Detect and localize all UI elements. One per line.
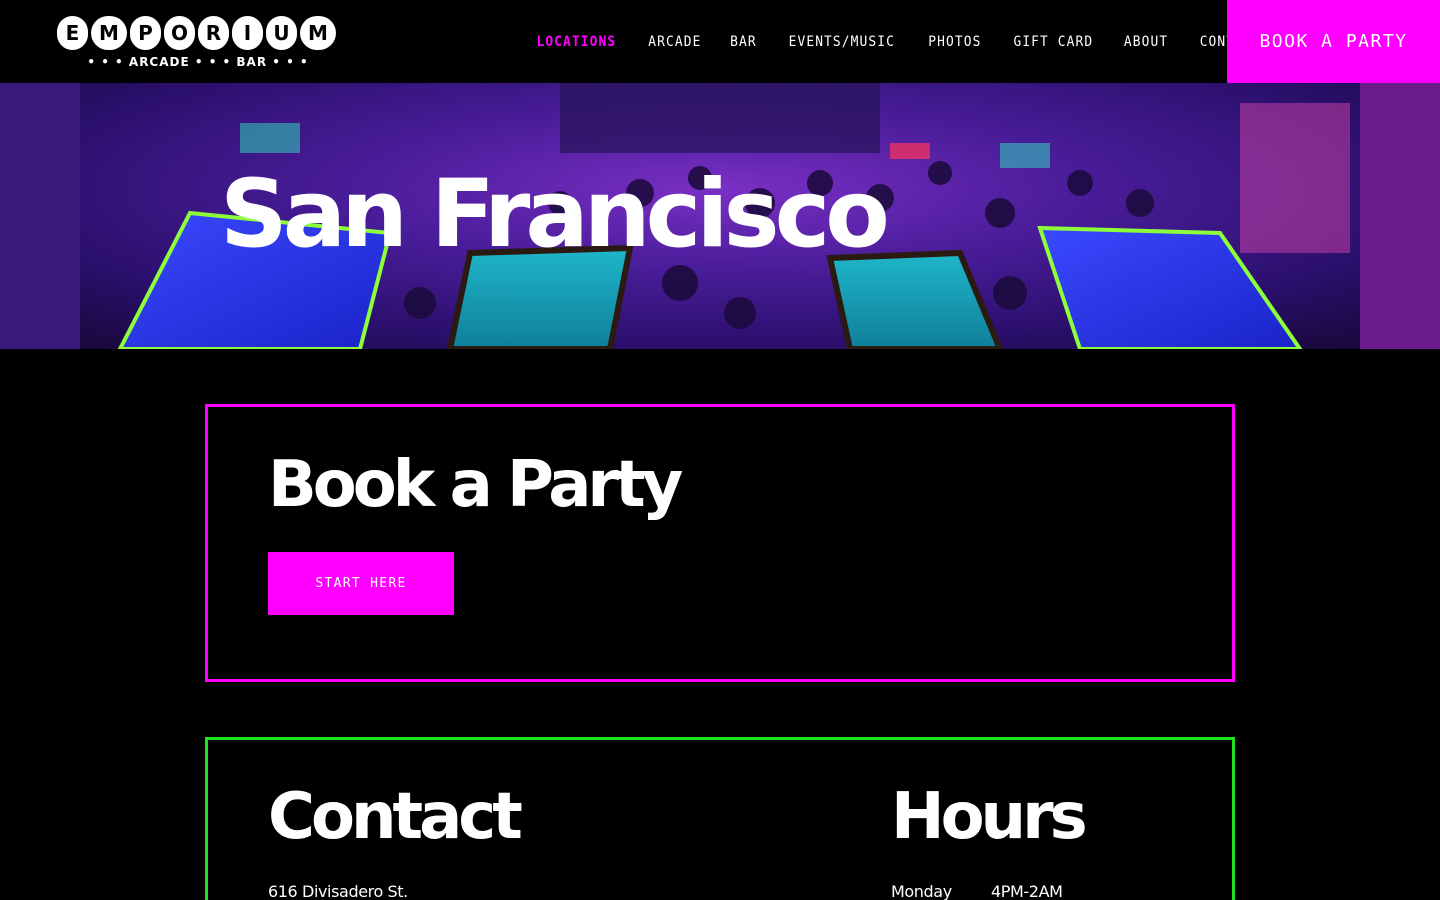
logo-letter: P xyxy=(130,16,161,50)
contact-heading: Contact xyxy=(268,780,523,854)
nav-arcade[interactable]: ARCADE xyxy=(648,34,701,50)
logo-letter: E xyxy=(57,16,88,50)
contact-address: 616 Divisadero St. xyxy=(268,882,408,900)
logo-letter: R xyxy=(198,16,229,50)
nav-locations[interactable]: LOCATIONS xyxy=(536,34,616,50)
logo-letter: M xyxy=(300,16,336,50)
book-a-party-button[interactable]: BOOK A PARTY xyxy=(1227,0,1440,83)
nav-gift-card[interactable]: GIFT CARD xyxy=(1013,34,1093,50)
logo-wordmark: E M P O R I U M xyxy=(57,16,339,54)
logo-letter: I xyxy=(232,16,263,50)
start-here-button[interactable]: START HERE xyxy=(268,552,454,615)
logo-letter: U xyxy=(266,16,297,50)
logo-letter: M xyxy=(91,16,127,50)
nav-bar[interactable]: BAR xyxy=(731,34,758,50)
site-header: E M P O R I U M • • • ARCADE • • • BAR •… xyxy=(0,0,1440,83)
hours-time: 4PM-2AM xyxy=(991,882,1063,900)
hours-day: Monday xyxy=(891,882,952,900)
main-nav: LOCATIONS ARCADE BAR EVENTS/MUSIC PHOTOS… xyxy=(520,0,1277,83)
logo-letter: O xyxy=(164,16,195,50)
hours-heading: Hours xyxy=(891,780,1088,854)
hero-banner: San Francisco xyxy=(0,83,1440,349)
nav-about[interactable]: ABOUT xyxy=(1124,34,1168,50)
contact-hours-panel: Contact 616 Divisadero St. Hours Monday … xyxy=(205,737,1235,900)
page-title: San Francisco xyxy=(220,160,890,269)
book-party-heading: Book a Party xyxy=(268,448,683,522)
nav-events-music[interactable]: EVENTS/MUSIC xyxy=(789,34,895,50)
nav-photos[interactable]: PHOTOS xyxy=(928,34,981,50)
book-party-panel: Book a Party START HERE xyxy=(205,404,1235,682)
emporium-logo[interactable]: E M P O R I U M • • • ARCADE • • • BAR •… xyxy=(57,16,339,74)
logo-tagline: • • • ARCADE • • • BAR • • • xyxy=(87,55,309,69)
